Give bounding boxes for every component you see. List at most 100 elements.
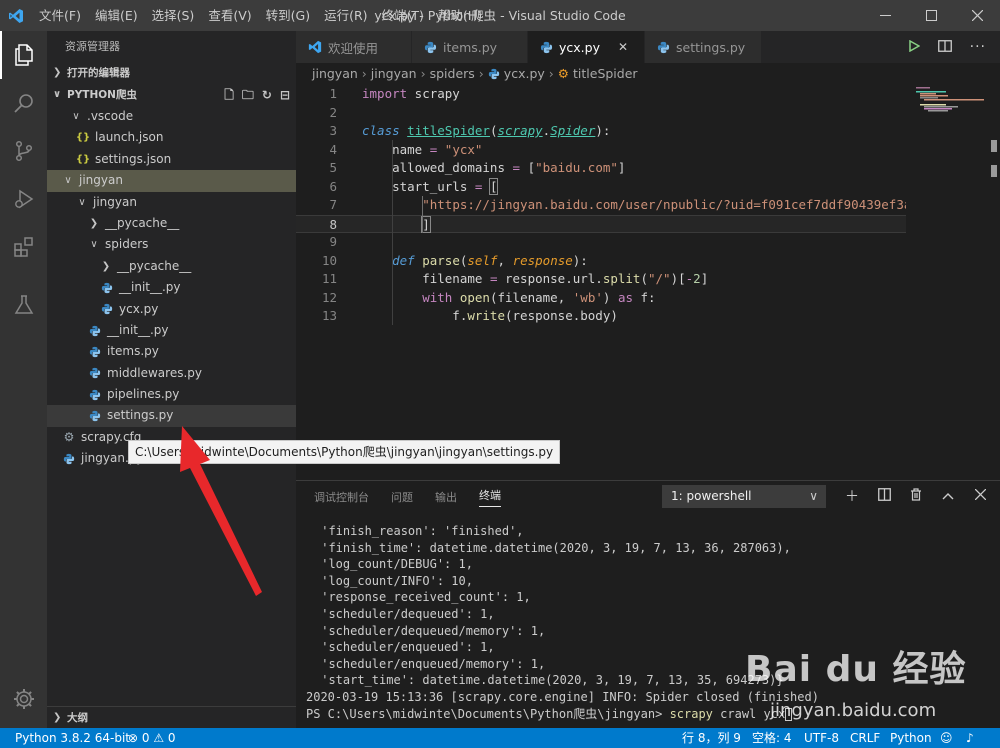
terminal-command: scrapy <box>669 706 713 721</box>
tab-terminal[interactable]: 终端 <box>479 487 501 507</box>
indentation[interactable]: 空格: 4 <box>752 728 792 748</box>
breadcrumb: jingyan › jingyan › spiders › ycx.py › ⚙… <box>296 63 1000 85</box>
problems-count[interactable]: ⊗ 0 ⚠ 0 <box>128 728 176 748</box>
code-text: start_urls = [ <box>362 177 499 195</box>
tree-item[interactable]: ycx.py <box>47 299 296 320</box>
refresh-icon[interactable]: ↻ <box>262 84 272 106</box>
menu-go[interactable]: 转到(G) <box>259 0 317 31</box>
outline-section[interactable]: ❯ 大纲 <box>47 706 296 728</box>
tree-item[interactable]: middlewares.py <box>47 363 296 384</box>
cursor-position[interactable]: 行 8，列 9 <box>682 728 741 748</box>
menu-edit[interactable]: 编辑(E) <box>88 0 145 31</box>
code-text: name = "ycx" <box>362 141 483 157</box>
tree-item[interactable]: ∨ .vscode <box>47 106 296 127</box>
tab-label: ycx.py <box>559 39 600 55</box>
tree-item[interactable]: ∨ jingyan <box>47 170 296 192</box>
close-panel-icon[interactable] <box>972 488 988 504</box>
close-window-button[interactable] <box>954 0 1000 31</box>
code-line: 4 name = "ycx" <box>296 141 906 160</box>
tree-item[interactable]: pipelines.py <box>47 384 296 405</box>
terminal-select[interactable]: 1: powershell ∨ <box>662 485 826 508</box>
chevron-right-icon: › <box>361 66 367 81</box>
explorer-icon[interactable] <box>0 31 47 79</box>
minimize-button[interactable] <box>862 0 908 31</box>
new-file-icon[interactable]: 🗋 <box>224 84 234 106</box>
code-line: 1 import scrapy <box>296 85 906 104</box>
tree-item-label: __init__.py <box>107 322 169 337</box>
python-interpreter[interactable]: Python 3.8.2 64-bit <box>15 728 130 748</box>
tree-item[interactable]: items.py <box>47 341 296 362</box>
encoding[interactable]: UTF-8 <box>804 728 839 748</box>
minimap-preview <box>916 87 984 112</box>
collapse-all-icon[interactable]: ⊟ <box>280 84 290 106</box>
manage-gear-icon[interactable] <box>0 675 47 723</box>
chevron-right-icon: ❯ <box>53 711 62 723</box>
feedback-icon[interactable]: ☺ <box>940 728 953 748</box>
trash-icon[interactable] <box>908 487 924 505</box>
end-of-line[interactable]: CRLF <box>850 728 880 748</box>
code-text: allowed_domains = ["baidu.com"] <box>362 160 626 175</box>
tab-settings-py[interactable]: settings.py <box>645 31 762 63</box>
tab-output[interactable]: 输出 <box>435 489 457 505</box>
breadcrumb-item[interactable]: jingyan <box>312 63 358 85</box>
breadcrumb-item[interactable]: jingyan <box>371 63 417 85</box>
python-icon <box>87 408 103 424</box>
python-icon <box>87 365 103 381</box>
terminal-line: 'scheduler/dequeued/memory': 1, <box>314 623 546 638</box>
split-editor-icon[interactable] <box>937 39 952 56</box>
tree-item[interactable]: ∨ jingyan <box>47 192 296 213</box>
open-editors-section[interactable]: ❯ 打开的编辑器 <box>47 62 296 84</box>
split-terminal-icon[interactable] <box>876 487 892 505</box>
menu-selection[interactable]: 选择(S) <box>145 0 202 31</box>
new-terminal-icon[interactable]: ＋ <box>844 486 860 506</box>
code-text: with open(filename, 'wb') as f: <box>422 289 656 305</box>
python-icon <box>657 41 670 54</box>
tab-ycx-py[interactable]: ycx.py ✕ <box>528 31 645 63</box>
editor-tabs: 欢迎使用 items.py ycx.py ✕ settings.py <box>296 31 1000 63</box>
indent-guide <box>392 140 393 325</box>
tab-welcome[interactable]: 欢迎使用 <box>296 31 412 63</box>
tree-item-label: __init__.py <box>119 280 181 295</box>
maximize-panel-icon[interactable] <box>940 488 956 504</box>
tree-item[interactable]: __init__.py <box>47 277 296 298</box>
tab-items-py[interactable]: items.py <box>412 31 528 63</box>
run-file-icon[interactable] <box>908 39 921 55</box>
language-mode[interactable]: Python <box>890 728 932 748</box>
activity-bar <box>0 31 47 728</box>
maximize-icon <box>925 10 937 21</box>
source-control-icon[interactable] <box>0 127 47 175</box>
line-number: 13 <box>321 308 337 323</box>
tree-item[interactable]: ❯ __pycache__ <box>47 256 296 277</box>
tab-debug-console[interactable]: 调试控制台 <box>314 489 369 505</box>
tree-item[interactable]: __init__.py <box>47 320 296 341</box>
tree-item-label: ycx.py <box>119 301 159 316</box>
sidebar-title: 资源管理器 <box>65 40 120 53</box>
chevron-down-icon: ∨ <box>64 175 72 187</box>
tree-item[interactable]: ❯ __pycache__ <box>47 213 296 234</box>
maximize-button[interactable] <box>908 0 954 31</box>
tab-problems[interactable]: 问题 <box>391 489 413 505</box>
breadcrumb-item[interactable]: titleSpider <box>573 63 638 85</box>
close-icon[interactable]: ✕ <box>618 40 628 54</box>
minimap[interactable] <box>906 85 988 480</box>
code-editor[interactable]: 1 import scrapy 2 3 class titleSpider(scra… <box>296 85 906 480</box>
testing-flask-icon[interactable] <box>0 281 47 329</box>
new-folder-icon[interactable]: 🗀 <box>242 84 254 106</box>
breadcrumb-item[interactable]: spiders <box>430 63 475 85</box>
notifications-bell-icon[interactable]: ♪ <box>966 728 974 748</box>
project-section[interactable]: ∨ PYTHON爬虫 🗋 🗀 ↻ ⊟ <box>47 84 296 106</box>
terminal-line: 'response_received_count': 1, <box>314 590 531 605</box>
menu-file[interactable]: 文件(F) <box>32 0 88 31</box>
tree-item[interactable]: {} launch.json <box>47 127 296 148</box>
extensions-icon[interactable] <box>0 223 47 271</box>
search-icon[interactable] <box>0 79 47 127</box>
run-debug-icon[interactable] <box>0 175 47 223</box>
menu-view[interactable]: 查看(V) <box>201 0 258 31</box>
tree-item[interactable]: ∨ spiders <box>47 234 296 255</box>
terminal-line: 'finish_time': datetime.datetime(2020, 3… <box>314 540 791 555</box>
editor-scrollbar[interactable] <box>988 85 1000 480</box>
menu-run[interactable]: 运行(R) <box>317 0 374 31</box>
tree-item[interactable]: {} settings.json <box>47 149 296 170</box>
more-actions-icon[interactable]: ··· <box>970 39 986 55</box>
breadcrumb-item[interactable]: ycx.py <box>504 63 545 85</box>
